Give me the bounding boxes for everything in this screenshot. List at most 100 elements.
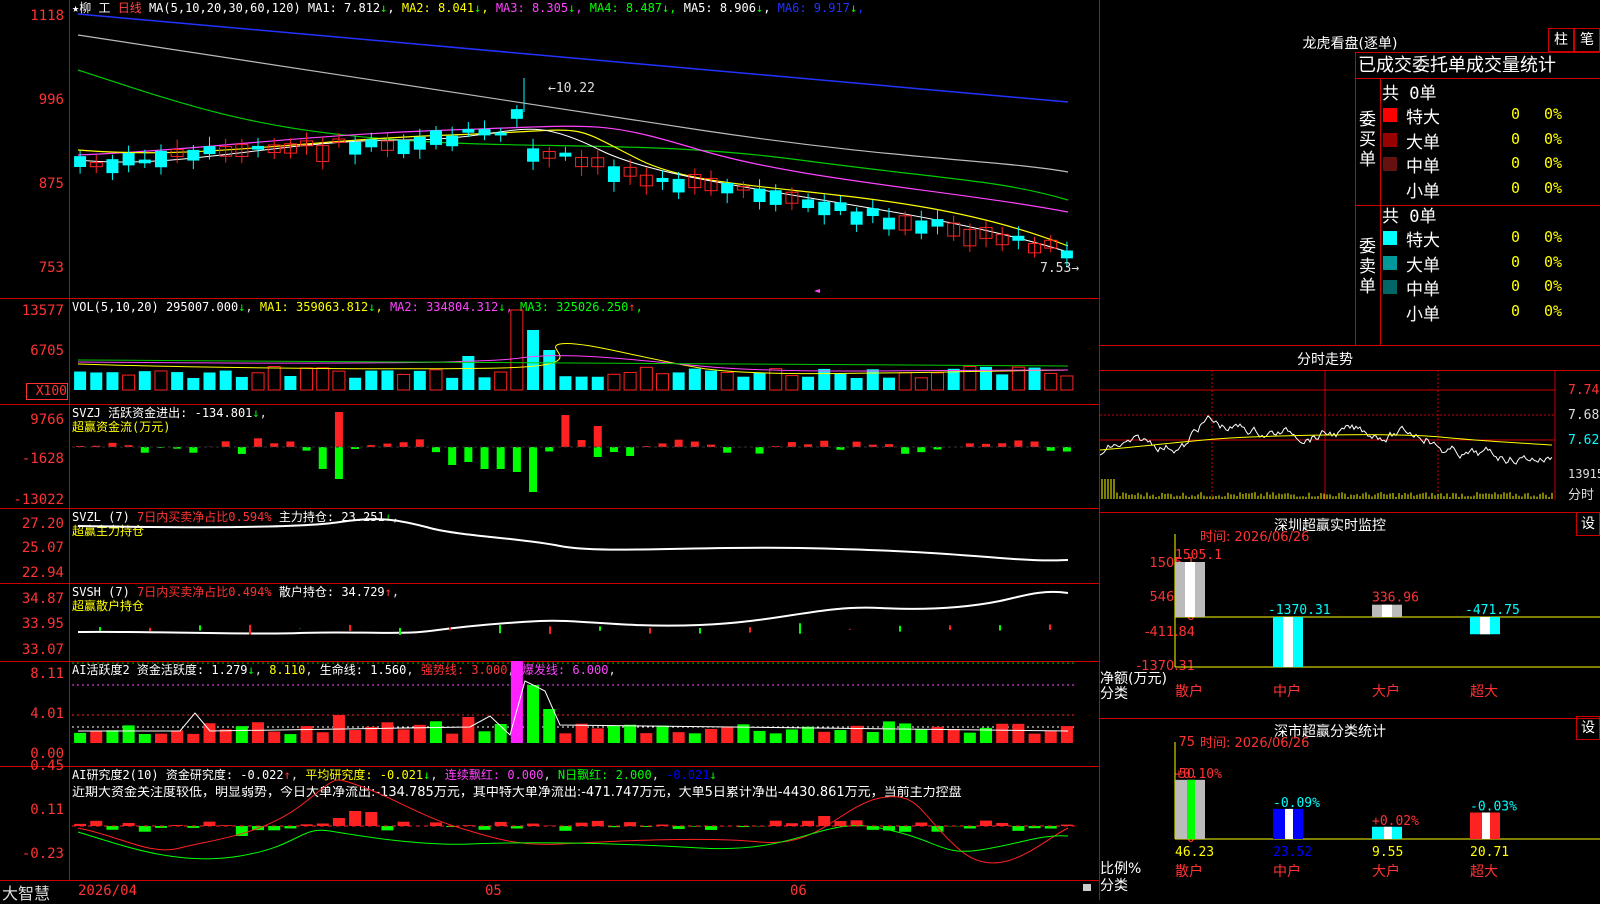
volume-bar <box>479 377 491 390</box>
volume-bar <box>851 378 863 390</box>
order-count: 0 <box>1505 179 1520 197</box>
research-bar <box>559 826 571 831</box>
volume-bar <box>640 367 652 390</box>
candle-body <box>511 109 523 119</box>
monitor-value: -1370.31 <box>1268 603 1331 618</box>
research-bar <box>770 821 782 826</box>
column-view-button[interactable]: 柱 <box>1548 28 1574 52</box>
volume-bar <box>349 378 361 390</box>
candle-body <box>446 136 458 147</box>
volume-bar <box>527 330 539 390</box>
volume-bar <box>414 371 426 390</box>
sz-monitor-panel[interactable]: 深圳超赢实时监控 设 时间: 2026/06/26 1505.1 546.63 … <box>1100 512 1600 719</box>
order-count: 0 <box>1505 105 1520 123</box>
active-bar <box>106 730 118 743</box>
active-bar <box>74 733 86 743</box>
flow-bar <box>723 447 731 453</box>
active-bar <box>576 724 588 743</box>
volume-bar <box>236 377 248 390</box>
research-bar <box>624 822 636 826</box>
volume-bar <box>624 372 636 390</box>
candle-body <box>139 160 151 164</box>
active-bar <box>1045 731 1057 743</box>
order-color-icon <box>1383 280 1397 294</box>
volume-bar <box>689 369 701 390</box>
active-bar <box>236 726 248 743</box>
candle-body <box>770 190 782 205</box>
research-bar <box>1012 826 1024 831</box>
candlestick-panel[interactable]: ★柳 工 日线 MA(5,10,20,30,60,120) MA1: 7.812… <box>0 0 1100 299</box>
order-total: 共 0单 <box>1382 202 1436 227</box>
volume-bar <box>996 374 1008 390</box>
candle-body <box>673 179 685 193</box>
ai-active-chart <box>0 661 1100 766</box>
intraday-panel[interactable]: 分时走势 7.74 7.68 7.62 13915 分时 <box>1100 345 1600 513</box>
flow-bar <box>594 426 602 447</box>
active-bar <box>139 734 151 743</box>
volume-bar <box>90 372 102 390</box>
active-bar <box>883 721 895 743</box>
flow-bar <box>497 447 505 469</box>
monitor-category: 大户 <box>1372 683 1400 700</box>
order-color-icon <box>1383 108 1397 122</box>
flow-bar <box>658 443 666 447</box>
tick-view-button[interactable]: 笔 <box>1574 28 1600 52</box>
flow-bar <box>901 447 909 454</box>
flow-bar <box>756 447 764 454</box>
order-pct: 0% <box>1544 302 1562 320</box>
svsh-chart <box>0 583 1100 661</box>
classify-category: 中户 <box>1273 863 1301 880</box>
active-bar <box>705 729 717 743</box>
svzl-panel[interactable]: SVZL (7) 7日内买卖净占比0.594% 主力持仓: 23.251↓, 超… <box>0 508 1100 584</box>
research-bar <box>899 826 911 832</box>
buy-side-label: 委买单 <box>1359 110 1377 170</box>
main-hold-line <box>78 519 1068 560</box>
svsh-panel[interactable]: SVSH (7) 7日内买卖净占比0.494% 散户持仓: 34.729↑, 超… <box>0 583 1100 662</box>
order-count: 0 <box>1505 277 1520 295</box>
classify-value: 20.71 <box>1470 845 1509 860</box>
x-axis: 大智慧 2026/04 05 06 <box>0 880 1100 900</box>
classify-change: +0.02% <box>1372 814 1419 829</box>
order-pct: 0% <box>1544 179 1562 197</box>
flow-bar <box>594 447 602 457</box>
volume-bar <box>446 378 458 390</box>
active-bar <box>915 729 927 743</box>
ai-active-panel[interactable]: AI活跃度2 资金活跃度: 1.279↓, 8.110, 生命线: 1.560,… <box>0 661 1100 767</box>
flow-bar <box>432 447 440 452</box>
volume-panel[interactable]: VOL(5,10,20) 295007.000↓, MA1: 359063.81… <box>0 298 1100 405</box>
candle-body <box>430 130 442 145</box>
volume-bar <box>317 368 329 390</box>
order-type-label: 中单 <box>1406 152 1440 177</box>
candle-body <box>867 208 879 216</box>
candle-body <box>204 146 216 154</box>
research-bar <box>139 826 151 832</box>
classify-category: 散户 <box>1175 863 1203 880</box>
order-count: 0 <box>1505 253 1520 271</box>
active-bar <box>171 730 183 743</box>
order-total: 共 0单 <box>1382 79 1436 104</box>
candle-body <box>398 140 410 154</box>
svzj-panel[interactable]: SVZJ 活跃资金进出: -134.801↓, 超赢资金流(万元) 9766 -… <box>0 404 1100 509</box>
monitor-value: -471.75 <box>1465 603 1520 618</box>
classify-bar-hl <box>1187 780 1195 839</box>
research-bar <box>381 826 393 830</box>
ai-research-panel[interactable]: AI研究度2(10) 资金研究度: -0.022↑, 平均研究度: -0.021… <box>0 766 1100 881</box>
candle-body <box>931 219 943 226</box>
candle-body <box>834 202 846 211</box>
sz-classify-panel[interactable]: 深市超赢分类统计 设 时间: 2026/06/26 75 50 25 0 比例%… <box>1100 718 1600 900</box>
active-bar <box>365 727 377 743</box>
order-type-label: 小单 <box>1406 177 1440 202</box>
order-color-icon <box>1383 256 1397 270</box>
monitor-category: 超大 <box>1470 684 1498 700</box>
research-bar <box>802 821 814 826</box>
active-bar <box>187 734 199 743</box>
flow-bar <box>448 447 456 465</box>
ai-research-chart <box>0 766 1100 880</box>
research-bar <box>398 822 410 826</box>
brand-logo: 大智慧 <box>2 880 50 904</box>
lock-icon[interactable] <box>1083 884 1091 891</box>
monitor-bar-hl <box>1185 562 1195 617</box>
flow-bar <box>189 447 197 453</box>
candle-body <box>754 189 766 202</box>
volume-bar <box>608 374 620 390</box>
